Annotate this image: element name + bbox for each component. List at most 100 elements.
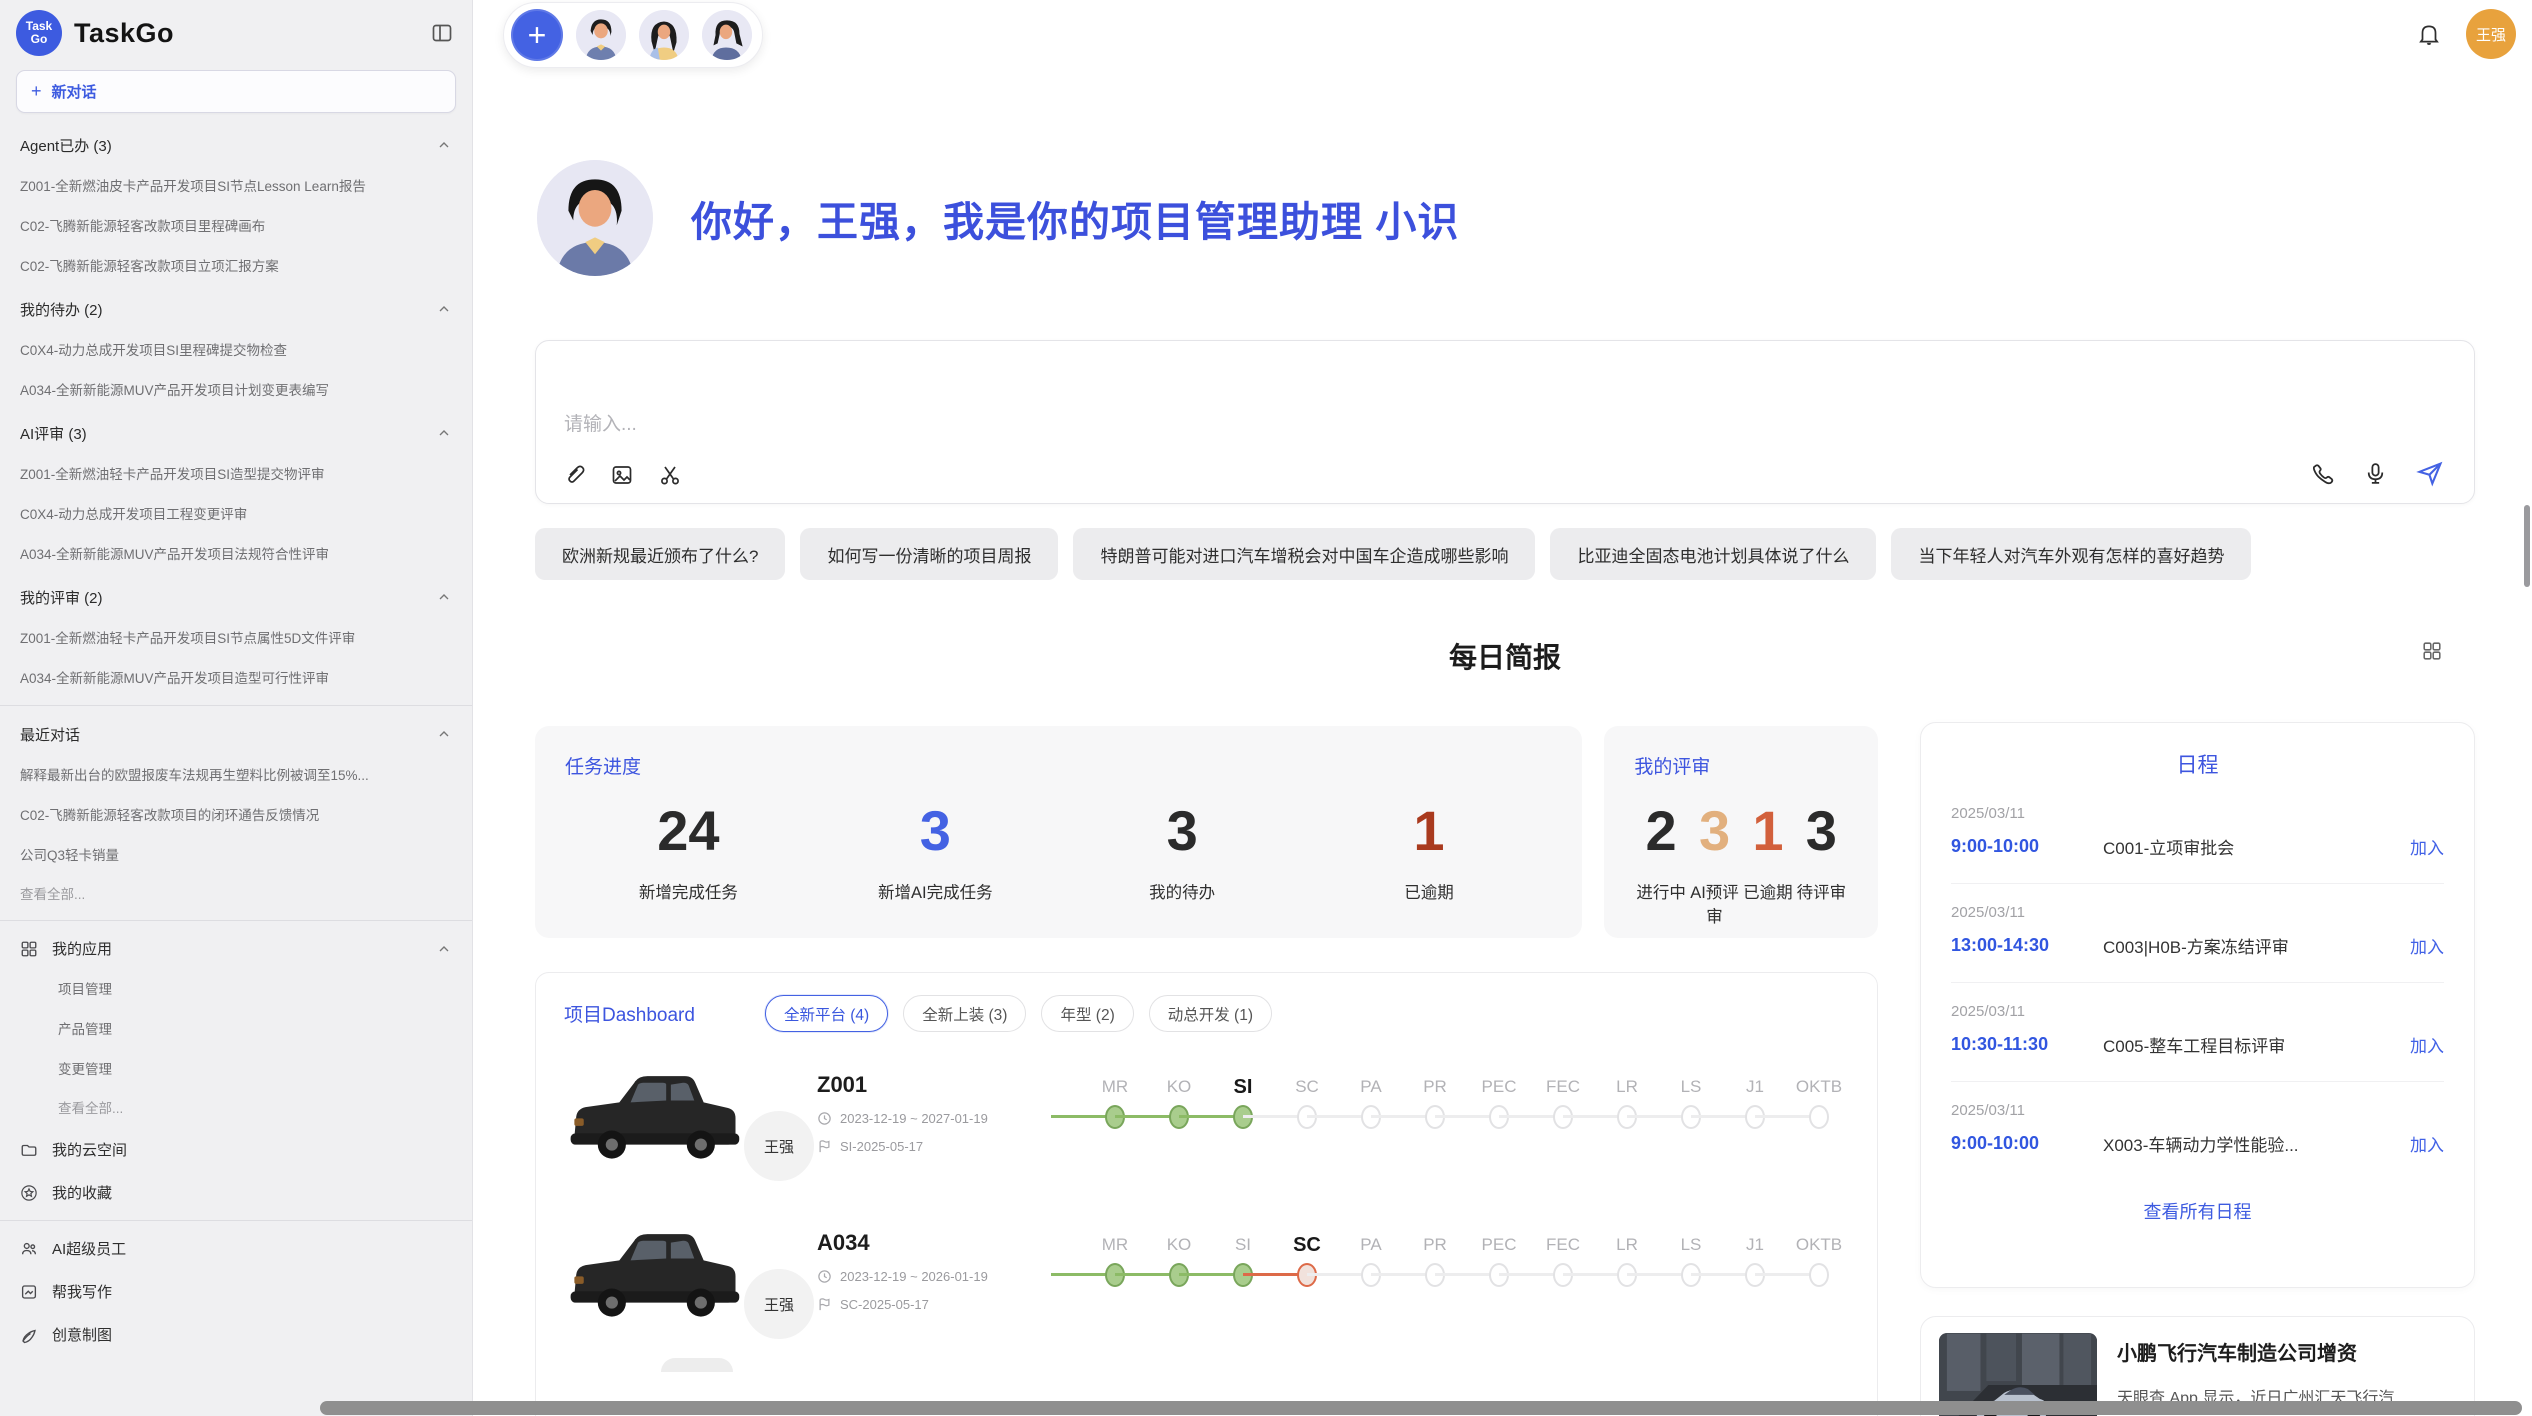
sidebar-item-ai-super-staff[interactable]: AI超级员工	[0, 1227, 472, 1270]
suggestion-chip[interactable]: 特朗普可能对进口汽车增税会对中国车企造成哪些影响	[1073, 528, 1535, 580]
section-items: Z001-全新燃油皮卡产品开发项目SI节点Lesson Learn报告 C02-…	[0, 167, 472, 287]
chevron-up-icon[interactable]	[436, 941, 452, 957]
microphone-icon[interactable]	[2363, 461, 2388, 486]
horizontal-scrollbar[interactable]	[320, 1401, 2522, 1415]
milestone-label: LS	[1659, 1072, 1723, 1102]
stat-value: 3	[812, 795, 1059, 867]
project-dates: 2023-12-19 ~ 2026-01-19	[817, 1269, 1051, 1284]
schedule-time: 10:30-11:30	[1951, 1034, 2103, 1055]
section-title: 我的评审 (2)	[20, 587, 103, 608]
dashboard-filter-pill[interactable]: 年型 (2)	[1041, 995, 1133, 1032]
section-header[interactable]: 我的待办 (2)	[0, 287, 472, 331]
section-header[interactable]: Agent已办 (3)	[0, 123, 472, 167]
join-meeting-link[interactable]: 加入	[2410, 834, 2444, 859]
project-owner-badge: 王强	[741, 1108, 817, 1184]
user-avatar[interactable]: 王强	[2466, 9, 2516, 59]
section-header[interactable]: AI评审 (3)	[0, 411, 472, 455]
stat-label: 我的待办	[1059, 879, 1306, 903]
join-meeting-link[interactable]: 加入	[2410, 1032, 2444, 1057]
dashboard-filter-pill[interactable]: 全新平台 (4)	[765, 995, 888, 1032]
add-assistant-button[interactable]: +	[511, 9, 563, 61]
sidebar-task-item[interactable]: A034-全新新能源MUV产品开发项目法规符合性评审	[0, 535, 472, 575]
chevron-up-icon[interactable]	[436, 726, 452, 742]
assistant-avatar-3[interactable]	[702, 10, 752, 60]
milestone-label: OKTB	[1787, 1230, 1851, 1260]
folder-icon	[20, 1141, 38, 1159]
logo-text-bottom: Go	[31, 33, 48, 46]
sidebar-item-help-me-write[interactable]: 帮我写作	[0, 1270, 472, 1313]
flag-icon	[817, 1139, 832, 1154]
section-header[interactable]: 我的评审 (2)	[0, 575, 472, 619]
paperclip-icon[interactable]	[562, 463, 586, 487]
sidebar-task-item[interactable]: A034-全新新能源MUV产品开发项目计划变更表编写	[0, 371, 472, 411]
sidebar-item-creative-drawing[interactable]: 创意制图	[0, 1313, 472, 1356]
pen-icon	[20, 1326, 38, 1344]
project-dates: 2023-12-19 ~ 2027-01-19	[817, 1111, 1051, 1126]
milestone-dot	[1809, 1105, 1829, 1129]
sidebar-task-item[interactable]: C02-飞腾新能源轻客改款项目里程碑画布	[0, 207, 472, 247]
schedule-meeting-title: X003-车辆动力学性能验...	[2103, 1131, 2410, 1156]
recent-chat-item[interactable]: C02-飞腾新能源轻客改款项目的闭环通告反馈情况	[0, 796, 472, 836]
briefing-layout-icon[interactable]	[2421, 640, 2443, 662]
new-chat-button[interactable]: + 新对话	[16, 70, 456, 113]
clock-icon	[817, 1111, 832, 1126]
assistant-greeting-avatar	[537, 160, 653, 276]
dashboard-filter-pill[interactable]: 全新上装 (3)	[903, 995, 1026, 1032]
project-date-range: 2023-12-19 ~ 2027-01-19	[840, 1111, 988, 1126]
assistant-avatar-2[interactable]	[639, 10, 689, 60]
suggestion-chip[interactable]: 比亚迪全固态电池计划具体说了什么	[1550, 528, 1876, 580]
sidebar-collapse-icon[interactable]	[430, 21, 454, 45]
phone-icon[interactable]	[2310, 461, 2335, 486]
sidebar-task-item[interactable]: Z001-全新燃油轻卡产品开发项目SI造型提交物评审	[0, 455, 472, 495]
apps-view-all[interactable]: 查看全部...	[0, 1090, 472, 1128]
sidebar-task-item[interactable]: C02-飞腾新能源轻客改款项目立项汇报方案	[0, 247, 472, 287]
project-row[interactable]: 王强 Z001 2023-12-19 ~ 2027-01-19	[536, 1042, 1877, 1200]
message-composer[interactable]: 请输入...	[535, 340, 2475, 504]
project-name: Z001	[817, 1072, 1051, 1098]
section-title: Agent已办 (3)	[20, 135, 112, 156]
schedule-title: 日程	[1921, 723, 2474, 779]
suggestion-chip[interactable]: 欧洲新规最近颁布了什么?	[535, 528, 785, 580]
app-item[interactable]: 产品管理	[0, 1010, 472, 1050]
chevron-up-icon[interactable]	[436, 301, 452, 317]
stat-value: 3	[1688, 795, 1741, 867]
join-meeting-link[interactable]: 加入	[2410, 933, 2444, 958]
suggestion-chip[interactable]: 如何写一份清晰的项目周报	[800, 528, 1058, 580]
main-area: + 王强 你好，王强，我是你的项目管理助理 小识 请输入...	[473, 0, 2532, 1416]
sidebar-item-favorites[interactable]: 我的收藏	[0, 1171, 472, 1214]
sidebar-task-item[interactable]: A034-全新新能源MUV产品开发项目造型可行性评审	[0, 659, 472, 699]
chevron-up-icon[interactable]	[436, 137, 452, 153]
recent-view-all[interactable]: 查看全部...	[0, 876, 472, 914]
project-row[interactable]: 王强 A034 2023-12-19 ~ 2026-01-19	[536, 1200, 1877, 1358]
chevron-up-icon[interactable]	[436, 589, 452, 605]
recent-chat-item[interactable]: 公司Q3轻卡销量	[0, 836, 472, 876]
assistant-switcher: +	[503, 2, 763, 68]
sidebar-task-item[interactable]: C0X4-动力总成开发项目工程变更评审	[0, 495, 472, 535]
image-icon[interactable]	[610, 463, 634, 487]
dashboard-filter-pill[interactable]: 动总开发 (1)	[1149, 995, 1272, 1032]
notification-bell-icon[interactable]	[2416, 21, 2442, 47]
app-item[interactable]: 变更管理	[0, 1050, 472, 1090]
suggestion-chip[interactable]: 当下年轻人对汽车外观有怎样的喜好趋势	[1891, 528, 2251, 580]
milestone-label: LR	[1595, 1230, 1659, 1260]
vertical-scrollbar[interactable]	[2524, 505, 2530, 587]
schedule-meeting-title: C003|H0B-方案冻结评审	[2103, 933, 2410, 958]
sidebar-task-item[interactable]: C0X4-动力总成开发项目SI里程碑提交物检查	[0, 331, 472, 371]
sidebar-task-item[interactable]: Z001-全新燃油皮卡产品开发项目SI节点Lesson Learn报告	[0, 167, 472, 207]
sidebar-section: Agent已办 (3) Z001-全新燃油皮卡产品开发项目SI节点Lesson …	[0, 123, 472, 287]
sidebar-item-cloud-space[interactable]: 我的云空间	[0, 1128, 472, 1171]
send-icon[interactable]	[2416, 459, 2444, 487]
recent-chats-header[interactable]: 最近对话	[0, 712, 472, 756]
app-item[interactable]: 项目管理	[0, 970, 472, 1010]
sidebar-task-item[interactable]: Z001-全新燃油轻卡产品开发项目SI节点属性5D文件评审	[0, 619, 472, 659]
assistant-avatar-1[interactable]	[576, 10, 626, 60]
chevron-up-icon[interactable]	[436, 425, 452, 441]
view-all-schedule-link[interactable]: 查看所有日程	[1921, 1198, 2474, 1224]
schedule-item-row: 13:00-14:30 C003|H0B-方案冻结评审 加入	[1951, 933, 2444, 958]
scissors-icon[interactable]	[658, 463, 682, 487]
recent-chat-item[interactable]: 解释最新出台的欧盟报废车法规再生塑料比例被调至15%...	[0, 756, 472, 796]
stat-label: 新增完成任务	[565, 879, 812, 903]
my-apps-row[interactable]: 我的应用	[0, 927, 472, 970]
milestone-label: LS	[1659, 1230, 1723, 1260]
join-meeting-link[interactable]: 加入	[2410, 1131, 2444, 1156]
